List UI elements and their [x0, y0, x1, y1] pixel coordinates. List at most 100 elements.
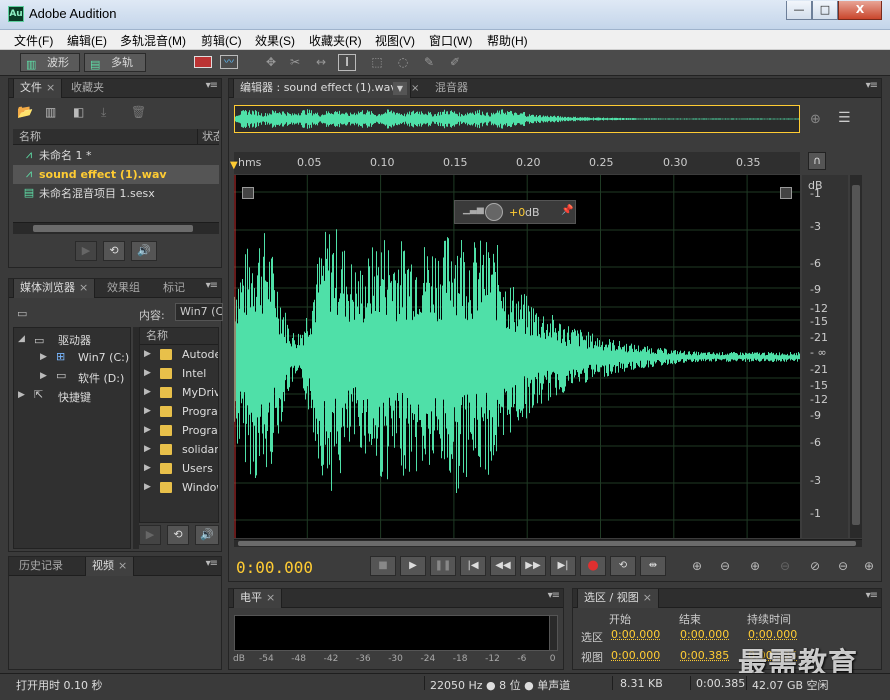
spot-healing-tool-icon[interactable]: ✐: [446, 55, 464, 69]
file-dropdown-icon[interactable]: ▼: [393, 82, 407, 95]
current-time-display[interactable]: 0:00.000: [236, 558, 313, 577]
tree-item-drives[interactable]: 驱动器: [58, 332, 91, 348]
menu-favorites[interactable]: 收藏夹(R): [309, 32, 362, 49]
tree-item-c-drive[interactable]: Win7 (C:): [78, 351, 129, 364]
files-scrollbar[interactable]: [13, 222, 219, 234]
zoom-out-full-icon[interactable]: ⊘: [806, 558, 824, 574]
auto-play-icon[interactable]: 🔊: [195, 525, 219, 545]
hud-volume-value[interactable]: +0: [509, 206, 525, 219]
view-start-field[interactable]: 0:00.000: [611, 649, 660, 662]
expand-arrow-icon[interactable]: ◢: [18, 334, 25, 344]
overview-waveform[interactable]: [234, 105, 800, 133]
close-button[interactable]: X: [838, 1, 882, 20]
waveform-h-scrollbar[interactable]: [234, 539, 862, 547]
tab-video[interactable]: 视频 ×: [85, 557, 135, 576]
list-item[interactable]: ▶ solidan: [140, 440, 218, 459]
time-selection-tool-icon[interactable]: I: [338, 54, 356, 71]
menu-window[interactable]: 窗口(W): [429, 32, 472, 49]
zoom-in-time-icon[interactable]: ⊕: [746, 558, 764, 574]
loop-playback-button[interactable]: ⟲: [610, 556, 636, 576]
close-icon[interactable]: ×: [118, 559, 127, 572]
zoom-to-selection-icon[interactable]: ⊕: [810, 112, 821, 127]
tab-selection-view[interactable]: 选区 / 视图 ×: [577, 589, 659, 608]
column-status[interactable]: 状态: [197, 129, 219, 144]
fade-out-handle[interactable]: [780, 187, 792, 199]
tab-effects-rack[interactable]: 效果组: [101, 279, 146, 298]
zoom-in-point-icon[interactable]: ⊖: [834, 558, 852, 574]
menu-help[interactable]: 帮助(H): [487, 32, 528, 49]
menu-edit[interactable]: 编辑(E): [67, 32, 107, 49]
insert-into-multitrack-icon[interactable]: ⤓: [101, 105, 106, 120]
scroll-thumb[interactable]: [33, 225, 193, 232]
marquee-tool-icon[interactable]: ⬚: [368, 55, 386, 69]
clip-indicator[interactable]: [549, 616, 557, 650]
auto-play-icon[interactable]: 🔊: [131, 241, 157, 261]
fade-in-handle[interactable]: [242, 187, 254, 199]
scroll-thumb[interactable]: [852, 185, 860, 525]
zoom-in-amplitude-icon[interactable]: ⊕: [688, 558, 706, 574]
open-file-icon[interactable]: 📂: [17, 105, 33, 120]
import-file-icon[interactable]: ▥: [45, 105, 56, 119]
menu-clip[interactable]: 剪辑(C): [201, 32, 242, 49]
expand-arrow-icon[interactable]: ▶: [18, 390, 25, 400]
expand-arrow-icon[interactable]: ▶: [144, 478, 151, 497]
play-button[interactable]: ▶: [400, 556, 426, 576]
tab-levels[interactable]: 电平 ×: [233, 589, 283, 608]
expand-arrow-icon[interactable]: ▶: [144, 345, 151, 364]
menu-multitrack[interactable]: 多轨混音(M): [120, 32, 186, 49]
multitrack-view-button[interactable]: ▤ 多轨: [84, 53, 146, 72]
menu-effects[interactable]: 效果(S): [255, 32, 295, 49]
list-item[interactable]: ▶ Intel: [140, 364, 218, 383]
waveform-view-button[interactable]: ▥ 波形: [20, 53, 80, 72]
pause-button[interactable]: ❚❚: [430, 556, 456, 576]
expand-arrow-icon[interactable]: ▶: [144, 364, 151, 383]
close-icon[interactable]: ×: [643, 591, 652, 604]
maximize-button[interactable]: □: [812, 1, 838, 20]
column-name[interactable]: 名称: [19, 130, 41, 143]
expand-arrow-icon[interactable]: ▶: [144, 383, 151, 402]
go-to-start-button[interactable]: |◀: [460, 556, 486, 576]
minimize-button[interactable]: —: [786, 1, 812, 20]
list-item[interactable]: ▤ 未命名混音项目 1.sesx: [13, 184, 219, 203]
tab-favorites[interactable]: 收藏夹: [65, 79, 110, 98]
rewind-button[interactable]: ◀◀: [490, 556, 516, 576]
loop-icon[interactable]: ⟲: [167, 525, 189, 545]
zoom-out-amplitude-icon[interactable]: ⊖: [716, 558, 734, 574]
panel-menu-icon[interactable]: ▾≡: [206, 280, 218, 291]
view-end-field[interactable]: 0:00.385: [680, 649, 729, 662]
skip-selection-button[interactable]: ⇹: [640, 556, 666, 576]
playhead-handle-icon[interactable]: ▼: [230, 160, 240, 174]
expand-arrow-icon[interactable]: ▶: [144, 440, 151, 459]
panel-menu-icon[interactable]: ▾≡: [548, 590, 560, 601]
panel-menu-icon[interactable]: ▾≡: [866, 590, 878, 601]
column-name[interactable]: 名称: [140, 328, 218, 345]
panel-menu-icon[interactable]: ▾≡: [206, 80, 218, 91]
brush-tool-icon[interactable]: ✎: [420, 55, 438, 69]
panel-menu-icon[interactable]: ▾≡: [866, 80, 878, 91]
expand-arrow-icon[interactable]: ▶: [144, 459, 151, 478]
slip-tool-icon[interactable]: ↔: [312, 55, 330, 69]
expand-arrow-icon[interactable]: ▶: [40, 352, 47, 362]
list-item[interactable]: ⩘ 未命名 1 *: [13, 146, 219, 165]
tab-markers[interactable]: 标记: [157, 279, 191, 298]
razor-tool-icon[interactable]: ✂: [286, 55, 304, 69]
vertical-scrollbar[interactable]: [850, 175, 862, 538]
list-item[interactable]: ▶ Autode: [140, 345, 218, 364]
content-dropdown[interactable]: Win7 (C:: [175, 303, 223, 321]
expand-arrow-icon[interactable]: ▶: [40, 371, 47, 381]
zoom-selection-icon[interactable]: ⊕: [860, 558, 878, 574]
play-icon[interactable]: ▶: [75, 241, 97, 261]
selection-end-field[interactable]: 0:00.000: [680, 628, 729, 641]
tab-media-browser[interactable]: 媒体浏览器 ×: [13, 279, 96, 298]
tree-item-d-drive[interactable]: 软件 (D:): [78, 370, 124, 386]
pin-icon[interactable]: 📌: [561, 205, 573, 216]
panel-menu-icon[interactable]: ▾≡: [206, 558, 218, 569]
list-item[interactable]: ▶ MyDriv: [140, 383, 218, 402]
spectral-frequency-icon[interactable]: [194, 56, 212, 68]
lasso-tool-icon[interactable]: ◌: [394, 55, 412, 69]
list-item-selected[interactable]: ⩘ sound effect (1).wav: [13, 165, 219, 184]
selection-start-field[interactable]: 0:00.000: [611, 628, 660, 641]
loop-icon[interactable]: ⟲: [103, 241, 125, 261]
go-to-end-button[interactable]: ▶|: [550, 556, 576, 576]
close-icon[interactable]: ×: [411, 83, 419, 94]
